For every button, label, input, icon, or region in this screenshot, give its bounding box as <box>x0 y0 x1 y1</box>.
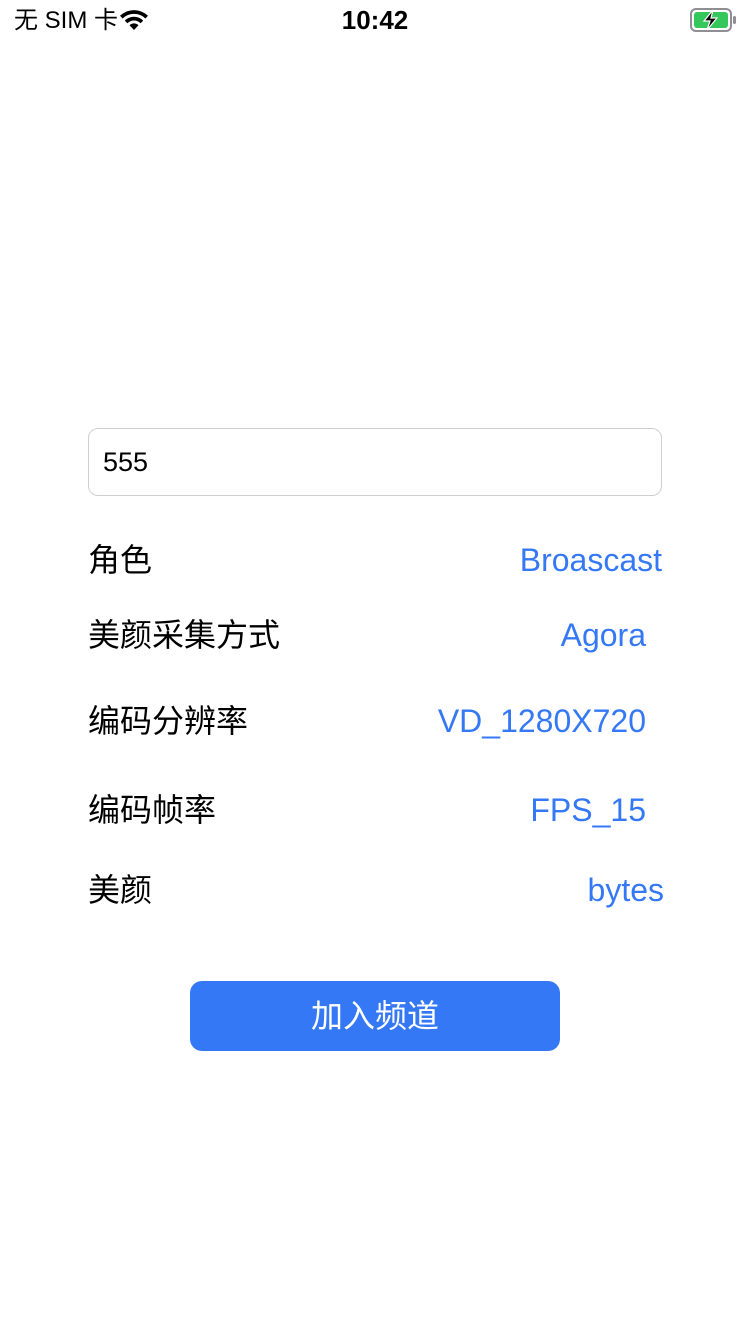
screen: 无 SIM 卡 10:42 角色 Broascast 美颜采集方式 Agora … <box>0 0 750 1334</box>
resolution-value-button[interactable]: VD_1280X720 <box>438 701 646 741</box>
beauty-capture-value-button[interactable]: Agora <box>561 615 646 655</box>
role-label: 角色 <box>88 542 153 578</box>
status-time: 10:42 <box>341 5 409 35</box>
join-channel-button[interactable]: 加入频道 <box>190 981 560 1051</box>
framerate-value-button[interactable]: FPS_15 <box>530 790 646 830</box>
framerate-label: 编码帧率 <box>88 792 217 828</box>
resolution-label: 编码分辨率 <box>88 703 249 739</box>
channel-name-input[interactable] <box>88 428 662 496</box>
beauty-capture-label: 美颜采集方式 <box>88 617 281 653</box>
role-value-button[interactable]: Broascast <box>520 540 662 580</box>
beauty-label: 美颜 <box>88 872 153 908</box>
status-bar: 无 SIM 卡 10:42 <box>0 0 750 40</box>
battery-charging-icon <box>690 8 738 32</box>
beauty-value-button[interactable]: bytes <box>588 870 664 910</box>
